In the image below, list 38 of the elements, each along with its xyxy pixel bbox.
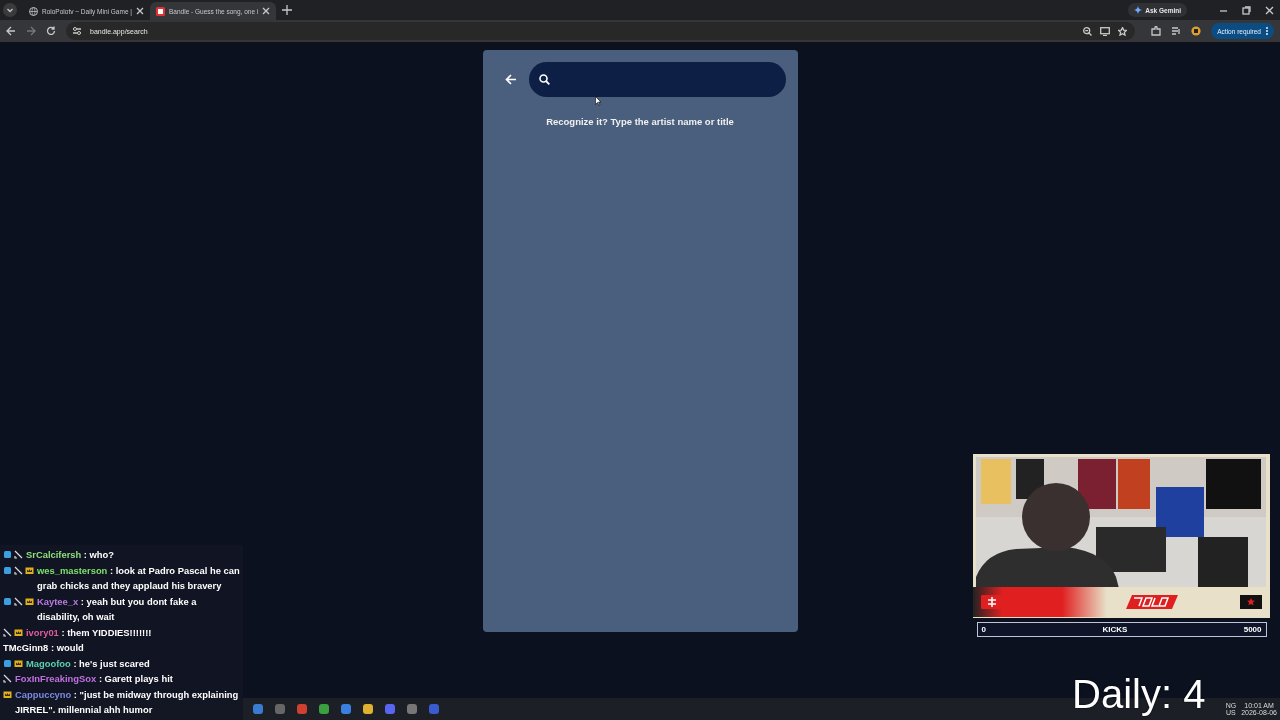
chat-message: SrCalcifersh : who?	[26, 548, 116, 562]
zoom-icon[interactable]	[1083, 26, 1093, 36]
meter-min: 0	[981, 625, 986, 634]
chat-message: ivory01 : them YIDDIES!!!!!!!	[26, 625, 153, 640]
dollar-icon	[981, 595, 1003, 609]
forward-icon[interactable]	[26, 26, 36, 36]
extensions-icon[interactable]	[1151, 26, 1162, 36]
meter-label: KICKS	[1102, 625, 1128, 634]
close-icon[interactable]	[136, 7, 144, 15]
mouse-cursor-icon	[595, 96, 602, 106]
profile-icon[interactable]	[1191, 26, 1202, 36]
back-icon[interactable]	[6, 26, 16, 36]
media-icon[interactable]	[1171, 26, 1182, 36]
overlay-text: Daily: 4	[1072, 672, 1206, 717]
site-info-icon[interactable]	[72, 26, 82, 36]
search-field[interactable]	[528, 62, 786, 97]
chat-message: Magoofoo : he's just scared	[26, 656, 151, 671]
close-icon[interactable]	[262, 7, 271, 15]
chat-message: wes_masterson : look at Padro Pascal he can grab chicks and they applaud his bravery	[37, 563, 240, 593]
chat-message: TMcGinn8 : would	[3, 641, 85, 655]
chat-message: Cappuccyno : "just be midway through explaining JIRREL". millennial ahh humor	[15, 687, 240, 717]
restore-icon[interactable]	[1242, 5, 1251, 15]
hint-text: Recognize it? Type the artist name or title	[545, 116, 735, 127]
globe-icon	[29, 6, 38, 16]
bookmark-star-icon[interactable]	[1118, 26, 1128, 36]
cast-icon[interactable]	[1100, 26, 1111, 36]
tab-list-icon[interactable]	[3, 3, 17, 17]
reload-icon[interactable]	[46, 26, 56, 36]
close-icon[interactable]	[1265, 5, 1274, 15]
sparkle-icon	[1134, 6, 1143, 14]
chat-message: FoxInFreakingSox : Garett plays hit	[15, 672, 174, 686]
meter-max: 5000	[1243, 625, 1262, 634]
app-icon[interactable]	[428, 703, 440, 715]
new-tab-icon[interactable]	[282, 5, 293, 15]
back-arrow-icon[interactable]	[504, 74, 517, 85]
bandle-icon	[156, 6, 165, 16]
app-icon[interactable]	[406, 703, 418, 715]
chat-message: Kaytee_x : yeah but you dont fake a disability, oh wait	[37, 594, 198, 624]
